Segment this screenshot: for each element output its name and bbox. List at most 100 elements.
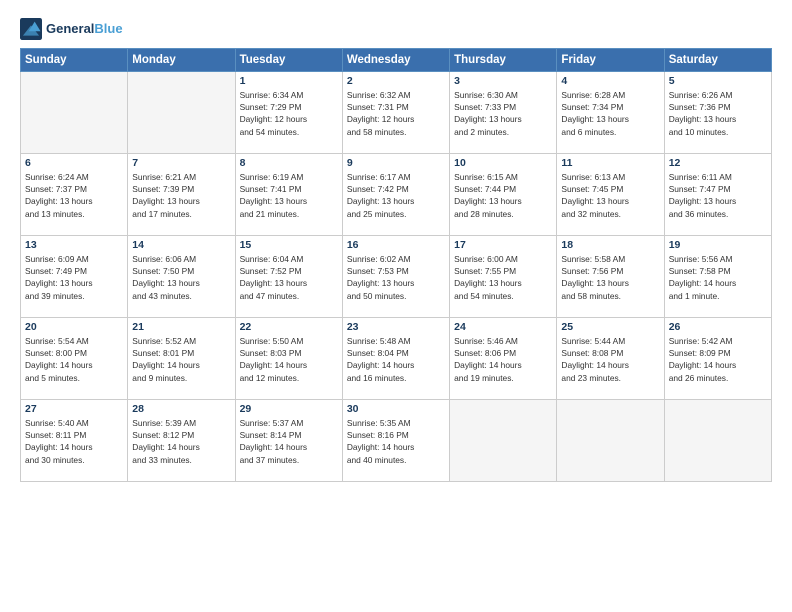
week-row-2: 13 Sunrise: 6:09 AM Sunset: 7:49 PM Dayli…: [21, 236, 772, 318]
cell-sun-info: Sunrise: 6:11 AM Sunset: 7:47 PM Dayligh…: [669, 171, 767, 220]
day-number: 16: [347, 239, 445, 251]
calendar-cell: [450, 400, 557, 482]
weekday-header-wednesday: Wednesday: [342, 49, 449, 72]
day-number: 2: [347, 75, 445, 87]
cell-sun-info: Sunrise: 6:24 AM Sunset: 7:37 PM Dayligh…: [25, 171, 123, 220]
calendar-cell: 5Sunrise: 6:26 AM Sunset: 7:36 PM Daylig…: [664, 72, 771, 154]
cell-sun-info: Sunrise: 5:37 AM Sunset: 8:14 PM Dayligh…: [240, 417, 338, 466]
weekday-header-monday: Monday: [128, 49, 235, 72]
day-number: 14: [132, 239, 230, 251]
cell-sun-info: Sunrise: 6:04 AM Sunset: 7:52 PM Dayligh…: [240, 253, 338, 302]
day-number: 15: [240, 239, 338, 251]
cell-sun-info: Sunrise: 5:56 AM Sunset: 7:58 PM Dayligh…: [669, 253, 767, 302]
cell-sun-info: Sunrise: 5:50 AM Sunset: 8:03 PM Dayligh…: [240, 335, 338, 384]
calendar-cell: 8 Sunrise: 6:19 AM Sunset: 7:41 PM Daylig…: [235, 154, 342, 236]
header: GeneralBlue: [20, 18, 772, 40]
calendar-cell: 11 Sunrise: 6:13 AM Sunset: 7:45 PM Dayli…: [557, 154, 664, 236]
day-number: 25: [561, 321, 659, 333]
cell-sun-info: Sunrise: 6:28 AM Sunset: 7:34 PM Dayligh…: [561, 89, 659, 138]
week-row-0: 1Sunrise: 6:34 AM Sunset: 7:29 PM Daylig…: [21, 72, 772, 154]
cell-sun-info: Sunrise: 6:34 AM Sunset: 7:29 PM Dayligh…: [240, 89, 338, 138]
calendar-cell: 4 Sunrise: 6:28 AM Sunset: 7:34 PM Daylig…: [557, 72, 664, 154]
calendar-cell: 10 Sunrise: 6:15 AM Sunset: 7:44 PM Dayli…: [450, 154, 557, 236]
weekday-header-saturday: Saturday: [664, 49, 771, 72]
day-number: 17: [454, 239, 552, 251]
cell-sun-info: Sunrise: 5:39 AM Sunset: 8:12 PM Dayligh…: [132, 417, 230, 466]
day-number: 6: [25, 157, 123, 169]
cell-sun-info: Sunrise: 6:06 AM Sunset: 7:50 PM Dayligh…: [132, 253, 230, 302]
week-row-3: 20 Sunrise: 5:54 AM Sunset: 8:00 PM Dayli…: [21, 318, 772, 400]
calendar-cell: 17Sunrise: 6:00 AM Sunset: 7:55 PM Dayli…: [450, 236, 557, 318]
day-number: 11: [561, 157, 659, 169]
calendar-cell: [128, 72, 235, 154]
calendar-cell: 18 Sunrise: 5:58 AM Sunset: 7:56 PM Dayli…: [557, 236, 664, 318]
day-number: 22: [240, 321, 338, 333]
cell-sun-info: Sunrise: 6:30 AM Sunset: 7:33 PM Dayligh…: [454, 89, 552, 138]
cell-sun-info: Sunrise: 6:19 AM Sunset: 7:41 PM Dayligh…: [240, 171, 338, 220]
calendar-cell: 25 Sunrise: 5:44 AM Sunset: 8:08 PM Dayli…: [557, 318, 664, 400]
calendar-cell: 1Sunrise: 6:34 AM Sunset: 7:29 PM Daylig…: [235, 72, 342, 154]
calendar-cell: 28 Sunrise: 5:39 AM Sunset: 8:12 PM Dayli…: [128, 400, 235, 482]
cell-sun-info: Sunrise: 6:02 AM Sunset: 7:53 PM Dayligh…: [347, 253, 445, 302]
week-row-4: 27 Sunrise: 5:40 AM Sunset: 8:11 PM Dayli…: [21, 400, 772, 482]
calendar-cell: 14 Sunrise: 6:06 AM Sunset: 7:50 PM Dayli…: [128, 236, 235, 318]
cell-sun-info: Sunrise: 6:13 AM Sunset: 7:45 PM Dayligh…: [561, 171, 659, 220]
cell-sun-info: Sunrise: 6:32 AM Sunset: 7:31 PM Dayligh…: [347, 89, 445, 138]
calendar-cell: [21, 72, 128, 154]
calendar-cell: 22 Sunrise: 5:50 AM Sunset: 8:03 PM Dayli…: [235, 318, 342, 400]
calendar-cell: 19 Sunrise: 5:56 AM Sunset: 7:58 PM Dayli…: [664, 236, 771, 318]
day-number: 19: [669, 239, 767, 251]
page: GeneralBlue SundayMondayTuesdayWednesday…: [0, 0, 792, 612]
cell-sun-info: Sunrise: 5:44 AM Sunset: 8:08 PM Dayligh…: [561, 335, 659, 384]
week-row-1: 6 Sunrise: 6:24 AM Sunset: 7:37 PM Daylig…: [21, 154, 772, 236]
cell-sun-info: Sunrise: 5:42 AM Sunset: 8:09 PM Dayligh…: [669, 335, 767, 384]
weekday-header-friday: Friday: [557, 49, 664, 72]
cell-sun-info: Sunrise: 6:21 AM Sunset: 7:39 PM Dayligh…: [132, 171, 230, 220]
day-number: 5: [669, 75, 767, 87]
cell-sun-info: Sunrise: 5:40 AM Sunset: 8:11 PM Dayligh…: [25, 417, 123, 466]
weekday-header-row: SundayMondayTuesdayWednesdayThursdayFrid…: [21, 49, 772, 72]
day-number: 8: [240, 157, 338, 169]
calendar-cell: 27 Sunrise: 5:40 AM Sunset: 8:11 PM Dayli…: [21, 400, 128, 482]
calendar-cell: 23 Sunrise: 5:48 AM Sunset: 8:04 PM Dayli…: [342, 318, 449, 400]
calendar-cell: [664, 400, 771, 482]
calendar-cell: 26 Sunrise: 5:42 AM Sunset: 8:09 PM Dayli…: [664, 318, 771, 400]
calendar-cell: 30Sunrise: 5:35 AM Sunset: 8:16 PM Dayli…: [342, 400, 449, 482]
day-number: 4: [561, 75, 659, 87]
cell-sun-info: Sunrise: 5:58 AM Sunset: 7:56 PM Dayligh…: [561, 253, 659, 302]
day-number: 20: [25, 321, 123, 333]
day-number: 29: [240, 403, 338, 415]
day-number: 10: [454, 157, 552, 169]
weekday-header-thursday: Thursday: [450, 49, 557, 72]
day-number: 24: [454, 321, 552, 333]
cell-sun-info: Sunrise: 5:52 AM Sunset: 8:01 PM Dayligh…: [132, 335, 230, 384]
day-number: 18: [561, 239, 659, 251]
day-number: 26: [669, 321, 767, 333]
day-number: 13: [25, 239, 123, 251]
day-number: 7: [132, 157, 230, 169]
cell-sun-info: Sunrise: 5:54 AM Sunset: 8:00 PM Dayligh…: [25, 335, 123, 384]
cell-sun-info: Sunrise: 6:09 AM Sunset: 7:49 PM Dayligh…: [25, 253, 123, 302]
calendar-cell: 12Sunrise: 6:11 AM Sunset: 7:47 PM Dayli…: [664, 154, 771, 236]
calendar-cell: 6 Sunrise: 6:24 AM Sunset: 7:37 PM Daylig…: [21, 154, 128, 236]
cell-sun-info: Sunrise: 5:46 AM Sunset: 8:06 PM Dayligh…: [454, 335, 552, 384]
day-number: 21: [132, 321, 230, 333]
day-number: 9: [347, 157, 445, 169]
cell-sun-info: Sunrise: 6:15 AM Sunset: 7:44 PM Dayligh…: [454, 171, 552, 220]
cell-sun-info: Sunrise: 5:48 AM Sunset: 8:04 PM Dayligh…: [347, 335, 445, 384]
calendar-cell: 24 Sunrise: 5:46 AM Sunset: 8:06 PM Dayli…: [450, 318, 557, 400]
calendar-cell: 16 Sunrise: 6:02 AM Sunset: 7:53 PM Dayli…: [342, 236, 449, 318]
day-number: 23: [347, 321, 445, 333]
day-number: 28: [132, 403, 230, 415]
calendar-cell: 15 Sunrise: 6:04 AM Sunset: 7:52 PM Dayli…: [235, 236, 342, 318]
day-number: 30: [347, 403, 445, 415]
day-number: 27: [25, 403, 123, 415]
calendar-cell: 7 Sunrise: 6:21 AM Sunset: 7:39 PM Daylig…: [128, 154, 235, 236]
calendar-cell: 13 Sunrise: 6:09 AM Sunset: 7:49 PM Dayli…: [21, 236, 128, 318]
calendar: SundayMondayTuesdayWednesdayThursdayFrid…: [20, 48, 772, 482]
day-number: 3: [454, 75, 552, 87]
weekday-header-sunday: Sunday: [21, 49, 128, 72]
calendar-cell: 3 Sunrise: 6:30 AM Sunset: 7:33 PM Daylig…: [450, 72, 557, 154]
weekday-header-tuesday: Tuesday: [235, 49, 342, 72]
cell-sun-info: Sunrise: 6:17 AM Sunset: 7:42 PM Dayligh…: [347, 171, 445, 220]
